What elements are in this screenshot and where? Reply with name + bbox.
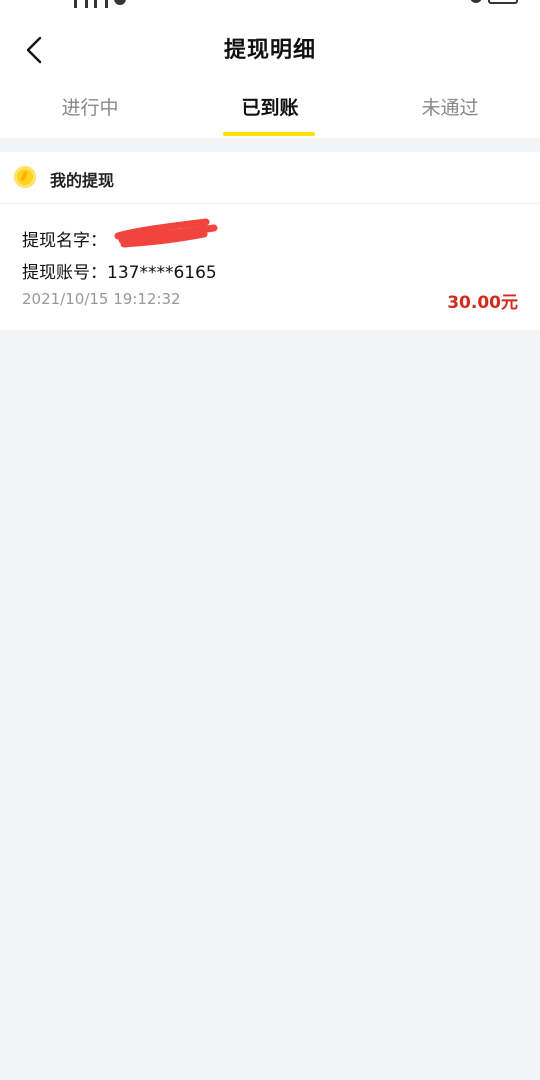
header: 提现明细 进行中 已到账 未通过	[0, 14, 540, 138]
withdrawal-account-row: 提现账号：137****6165	[22, 258, 217, 283]
tab-bar: 进行中 已到账 未通过	[0, 86, 540, 138]
signal-icon	[94, 0, 108, 8]
status-left	[74, 0, 126, 8]
withdrawal-amount: 30.00元	[447, 293, 518, 313]
tab-received[interactable]: 已到账	[180, 86, 360, 138]
status-right	[470, 0, 518, 4]
status-bar	[0, 0, 540, 14]
account-label: 提现账号：	[22, 263, 107, 283]
redaction-scribble	[114, 218, 218, 248]
tab-in-progress[interactable]: 进行中	[0, 86, 180, 138]
name-label: 提现名字：	[22, 231, 107, 251]
active-tab-indicator	[223, 132, 315, 136]
status-dot-icon	[470, 0, 482, 3]
coin-icon	[14, 166, 36, 188]
withdrawal-date: 2021/10/15 19:12:32	[22, 290, 181, 308]
section-header: 我的提现	[0, 152, 540, 204]
withdrawal-name-row: 提现名字：	[22, 226, 107, 251]
withdrawal-card: 我的提现 提现名字： 提现账号：137****6165 2021/10/15 1…	[0, 152, 540, 330]
account-value: 137****6165	[107, 263, 217, 283]
section-title: 我的提现	[50, 171, 115, 190]
page-title: 提现明细	[223, 38, 316, 63]
signal-icon	[74, 0, 88, 8]
battery-icon	[488, 0, 518, 4]
status-dot-icon	[114, 0, 126, 5]
tab-rejected[interactable]: 未通过	[360, 86, 540, 138]
